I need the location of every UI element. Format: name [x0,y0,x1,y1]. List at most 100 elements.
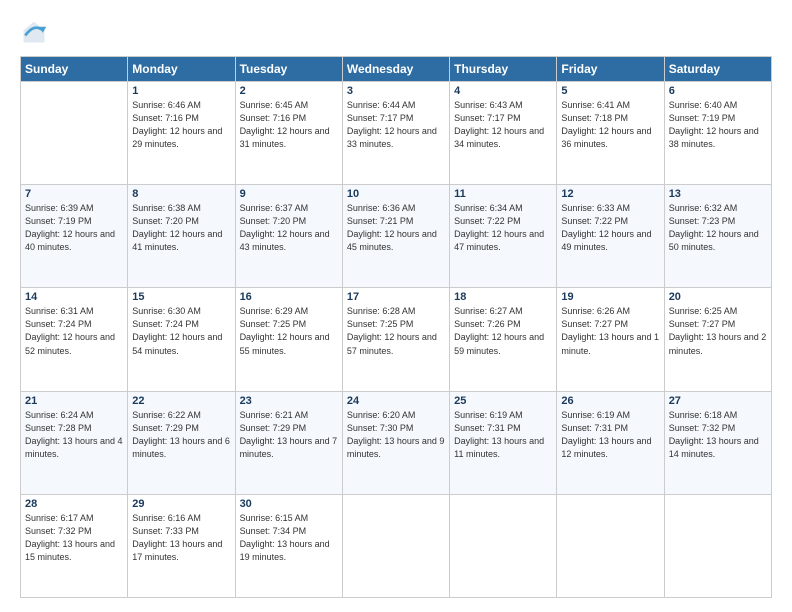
week-row-1: 1 Sunrise: 6:46 AMSunset: 7:16 PMDayligh… [21,82,772,185]
day-info: Sunrise: 6:37 AMSunset: 7:20 PMDaylight:… [240,202,338,254]
day-cell: 30 Sunrise: 6:15 AMSunset: 7:34 PMDaylig… [235,494,342,597]
day-cell: 4 Sunrise: 6:43 AMSunset: 7:17 PMDayligh… [450,82,557,185]
day-info: Sunrise: 6:15 AMSunset: 7:34 PMDaylight:… [240,512,338,564]
day-number: 5 [561,85,659,97]
day-number: 11 [454,188,552,200]
day-number: 21 [25,395,123,407]
day-info: Sunrise: 6:28 AMSunset: 7:25 PMDaylight:… [347,305,445,357]
page: SundayMondayTuesdayWednesdayThursdayFrid… [0,0,792,612]
day-number: 25 [454,395,552,407]
day-number: 12 [561,188,659,200]
day-cell: 6 Sunrise: 6:40 AMSunset: 7:19 PMDayligh… [664,82,771,185]
day-info: Sunrise: 6:43 AMSunset: 7:17 PMDaylight:… [454,99,552,151]
day-info: Sunrise: 6:21 AMSunset: 7:29 PMDaylight:… [240,409,338,461]
day-info: Sunrise: 6:30 AMSunset: 7:24 PMDaylight:… [132,305,230,357]
day-cell: 23 Sunrise: 6:21 AMSunset: 7:29 PMDaylig… [235,391,342,494]
day-cell: 3 Sunrise: 6:44 AMSunset: 7:17 PMDayligh… [342,82,449,185]
day-cell: 18 Sunrise: 6:27 AMSunset: 7:26 PMDaylig… [450,288,557,391]
day-cell: 27 Sunrise: 6:18 AMSunset: 7:32 PMDaylig… [664,391,771,494]
day-number: 18 [454,291,552,303]
day-cell: 14 Sunrise: 6:31 AMSunset: 7:24 PMDaylig… [21,288,128,391]
day-number: 2 [240,85,338,97]
day-number: 10 [347,188,445,200]
day-cell: 29 Sunrise: 6:16 AMSunset: 7:33 PMDaylig… [128,494,235,597]
header-day-thursday: Thursday [450,57,557,82]
day-info: Sunrise: 6:31 AMSunset: 7:24 PMDaylight:… [25,305,123,357]
day-info: Sunrise: 6:20 AMSunset: 7:30 PMDaylight:… [347,409,445,461]
day-number: 7 [25,188,123,200]
calendar-header-row: SundayMondayTuesdayWednesdayThursdayFrid… [21,57,772,82]
day-cell: 19 Sunrise: 6:26 AMSunset: 7:27 PMDaylig… [557,288,664,391]
day-cell: 25 Sunrise: 6:19 AMSunset: 7:31 PMDaylig… [450,391,557,494]
logo [20,18,52,46]
day-number: 17 [347,291,445,303]
day-cell [342,494,449,597]
day-cell: 15 Sunrise: 6:30 AMSunset: 7:24 PMDaylig… [128,288,235,391]
header-day-wednesday: Wednesday [342,57,449,82]
day-number: 1 [132,85,230,97]
day-info: Sunrise: 6:18 AMSunset: 7:32 PMDaylight:… [669,409,767,461]
day-cell: 10 Sunrise: 6:36 AMSunset: 7:21 PMDaylig… [342,185,449,288]
day-number: 9 [240,188,338,200]
day-number: 4 [454,85,552,97]
day-number: 8 [132,188,230,200]
header-day-friday: Friday [557,57,664,82]
day-number: 6 [669,85,767,97]
day-info: Sunrise: 6:26 AMSunset: 7:27 PMDaylight:… [561,305,659,357]
day-info: Sunrise: 6:46 AMSunset: 7:16 PMDaylight:… [132,99,230,151]
day-info: Sunrise: 6:41 AMSunset: 7:18 PMDaylight:… [561,99,659,151]
day-number: 16 [240,291,338,303]
day-cell: 21 Sunrise: 6:24 AMSunset: 7:28 PMDaylig… [21,391,128,494]
logo-icon [20,18,48,46]
day-number: 14 [25,291,123,303]
day-cell: 12 Sunrise: 6:33 AMSunset: 7:22 PMDaylig… [557,185,664,288]
day-cell: 24 Sunrise: 6:20 AMSunset: 7:30 PMDaylig… [342,391,449,494]
day-cell: 7 Sunrise: 6:39 AMSunset: 7:19 PMDayligh… [21,185,128,288]
day-cell: 2 Sunrise: 6:45 AMSunset: 7:16 PMDayligh… [235,82,342,185]
week-row-2: 7 Sunrise: 6:39 AMSunset: 7:19 PMDayligh… [21,185,772,288]
day-info: Sunrise: 6:38 AMSunset: 7:20 PMDaylight:… [132,202,230,254]
day-info: Sunrise: 6:27 AMSunset: 7:26 PMDaylight:… [454,305,552,357]
day-info: Sunrise: 6:19 AMSunset: 7:31 PMDaylight:… [454,409,552,461]
day-cell: 20 Sunrise: 6:25 AMSunset: 7:27 PMDaylig… [664,288,771,391]
week-row-4: 21 Sunrise: 6:24 AMSunset: 7:28 PMDaylig… [21,391,772,494]
day-number: 20 [669,291,767,303]
day-info: Sunrise: 6:34 AMSunset: 7:22 PMDaylight:… [454,202,552,254]
day-info: Sunrise: 6:19 AMSunset: 7:31 PMDaylight:… [561,409,659,461]
day-cell [664,494,771,597]
day-info: Sunrise: 6:39 AMSunset: 7:19 PMDaylight:… [25,202,123,254]
day-number: 19 [561,291,659,303]
day-info: Sunrise: 6:22 AMSunset: 7:29 PMDaylight:… [132,409,230,461]
day-cell: 1 Sunrise: 6:46 AMSunset: 7:16 PMDayligh… [128,82,235,185]
week-row-5: 28 Sunrise: 6:17 AMSunset: 7:32 PMDaylig… [21,494,772,597]
day-number: 24 [347,395,445,407]
day-cell: 22 Sunrise: 6:22 AMSunset: 7:29 PMDaylig… [128,391,235,494]
day-number: 30 [240,498,338,510]
day-number: 13 [669,188,767,200]
header-day-monday: Monday [128,57,235,82]
day-cell: 11 Sunrise: 6:34 AMSunset: 7:22 PMDaylig… [450,185,557,288]
day-cell: 17 Sunrise: 6:28 AMSunset: 7:25 PMDaylig… [342,288,449,391]
day-cell: 13 Sunrise: 6:32 AMSunset: 7:23 PMDaylig… [664,185,771,288]
day-info: Sunrise: 6:24 AMSunset: 7:28 PMDaylight:… [25,409,123,461]
day-cell: 9 Sunrise: 6:37 AMSunset: 7:20 PMDayligh… [235,185,342,288]
day-number: 23 [240,395,338,407]
day-cell: 28 Sunrise: 6:17 AMSunset: 7:32 PMDaylig… [21,494,128,597]
day-info: Sunrise: 6:17 AMSunset: 7:32 PMDaylight:… [25,512,123,564]
day-info: Sunrise: 6:29 AMSunset: 7:25 PMDaylight:… [240,305,338,357]
day-info: Sunrise: 6:44 AMSunset: 7:17 PMDaylight:… [347,99,445,151]
header [20,18,772,46]
header-day-tuesday: Tuesday [235,57,342,82]
day-number: 22 [132,395,230,407]
day-cell: 26 Sunrise: 6:19 AMSunset: 7:31 PMDaylig… [557,391,664,494]
day-number: 26 [561,395,659,407]
day-cell: 8 Sunrise: 6:38 AMSunset: 7:20 PMDayligh… [128,185,235,288]
day-info: Sunrise: 6:33 AMSunset: 7:22 PMDaylight:… [561,202,659,254]
day-info: Sunrise: 6:32 AMSunset: 7:23 PMDaylight:… [669,202,767,254]
day-info: Sunrise: 6:40 AMSunset: 7:19 PMDaylight:… [669,99,767,151]
day-cell [557,494,664,597]
day-number: 27 [669,395,767,407]
calendar-table: SundayMondayTuesdayWednesdayThursdayFrid… [20,56,772,598]
day-cell [21,82,128,185]
day-cell: 5 Sunrise: 6:41 AMSunset: 7:18 PMDayligh… [557,82,664,185]
